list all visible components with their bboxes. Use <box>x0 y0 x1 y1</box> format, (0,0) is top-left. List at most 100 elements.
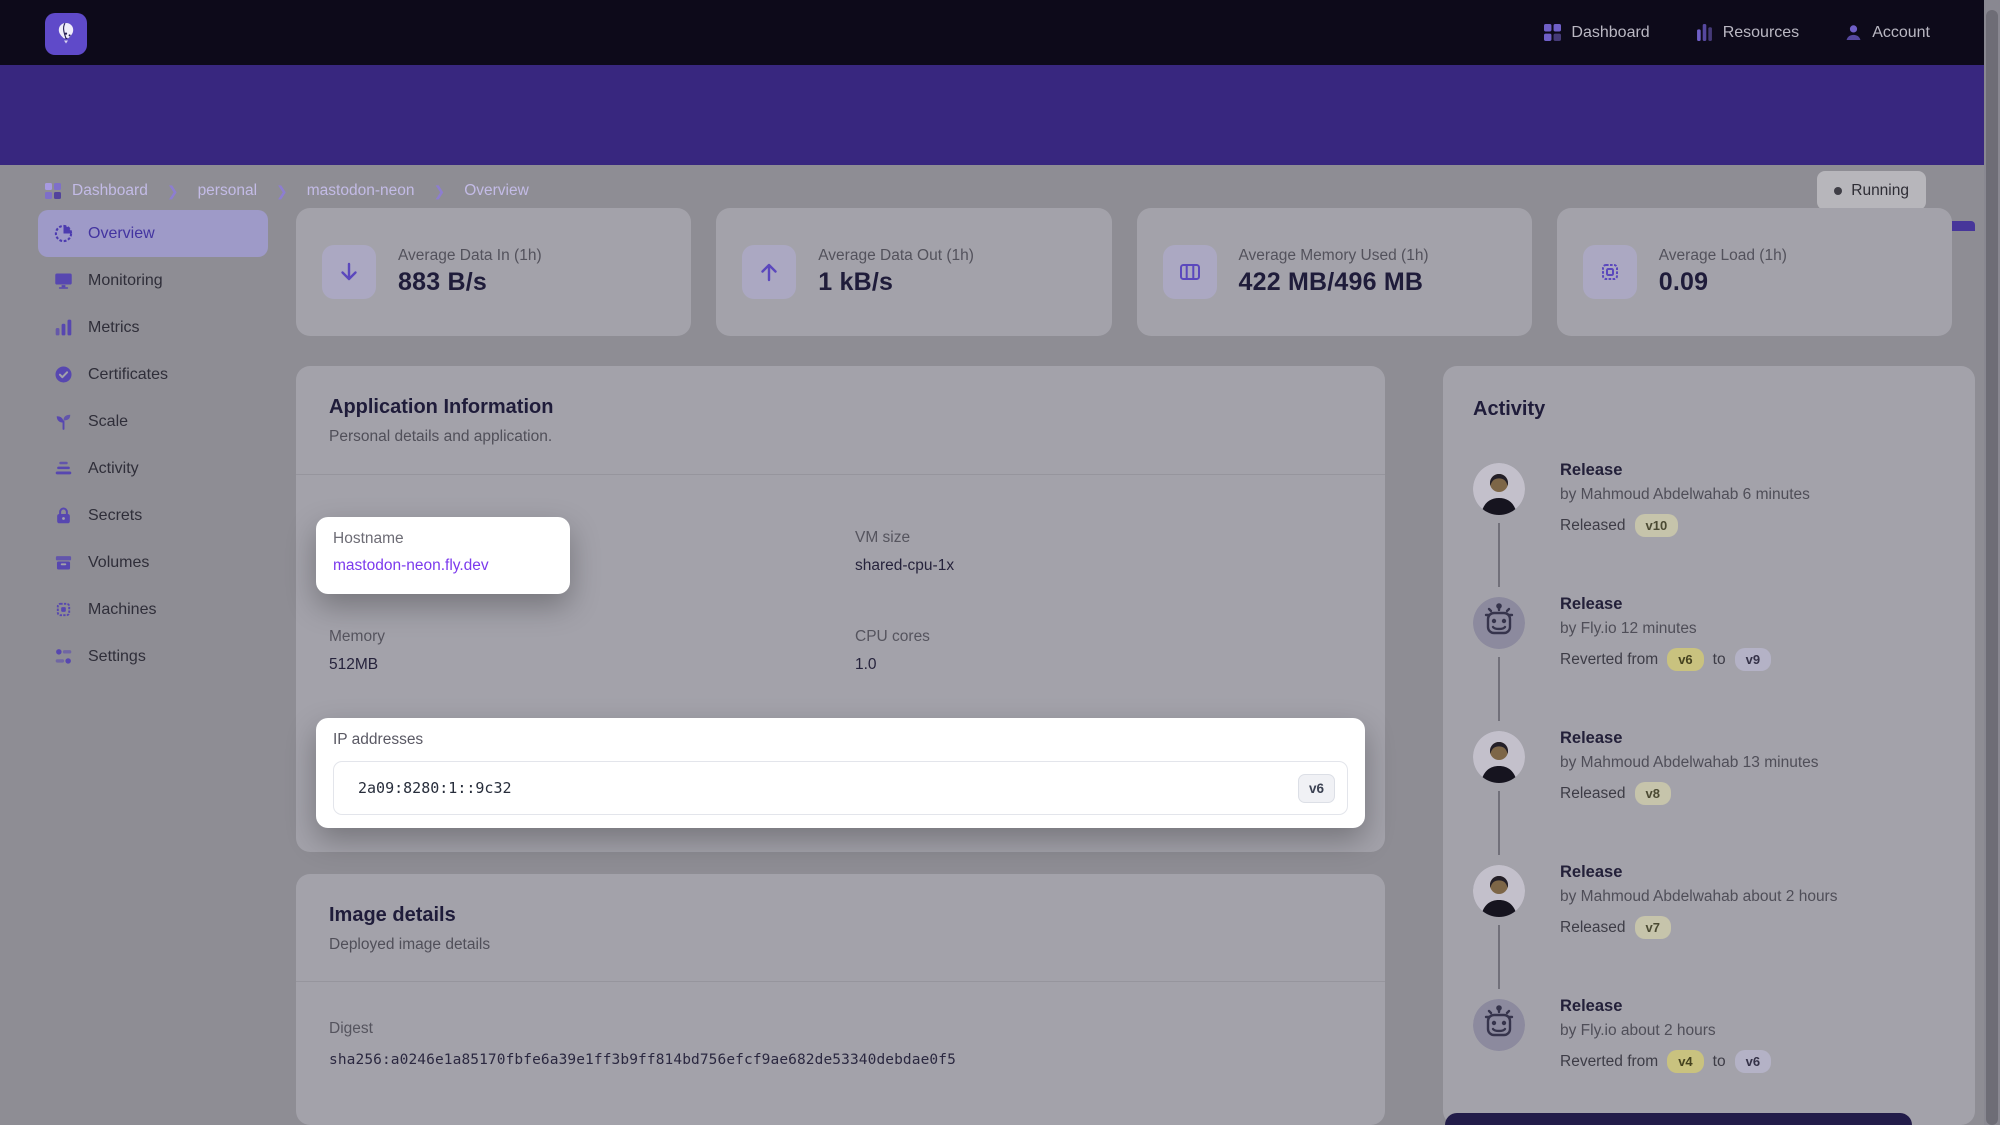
nav-resources[interactable]: Resources <box>1696 24 1799 42</box>
breadcrumb-dashboard-label: Dashboard <box>72 182 148 200</box>
activity-entry: Release by Fly.io about 2 hours Reverted… <box>1473 997 1945 1125</box>
breadcrumb-app[interactable]: mastodon-neon <box>307 182 415 200</box>
sidebar-item-machines[interactable]: Machines <box>38 586 268 633</box>
tour-popover-edge <box>1445 1113 1912 1125</box>
memory-label: Memory <box>329 628 385 646</box>
activity-entry-detail: Released v10 <box>1560 514 1945 537</box>
sidebar-item-certificates[interactable]: Certificates <box>38 351 268 398</box>
app-info-subtitle: Personal details and application. <box>329 428 1352 446</box>
activity-entry: Release by Fly.io 12 minutes Reverted fr… <box>1473 595 1945 729</box>
page-scrollbar-thumb[interactable] <box>1986 10 1998 1125</box>
sidebar-item-scale[interactable]: Scale <box>38 398 268 445</box>
ip-addresses-highlight-box: IP addresses 2a09:8280:1::9c32 v6 <box>316 718 1365 828</box>
arrow-down-icon <box>322 245 376 299</box>
version-badge: v6 <box>1667 648 1703 671</box>
nav-account[interactable]: Account <box>1845 24 1930 42</box>
cpu-cores-value: 1.0 <box>855 656 930 674</box>
ip-version-badge: v6 <box>1298 774 1335 803</box>
badge-check-icon <box>54 365 73 384</box>
status-badge: Running <box>1817 171 1926 210</box>
activity-entry-byline: by Fly.io 12 minutes <box>1560 620 1945 638</box>
stat-label: Average Data In (1h) <box>398 247 542 265</box>
activity-entry: Release by Mahmoud Abdelwahab 6 minutes … <box>1473 461 1945 595</box>
memory-value: 512MB <box>329 656 385 674</box>
nav-account-label: Account <box>1872 24 1930 42</box>
version-badge: v10 <box>1635 514 1679 537</box>
activity-entry-detail: Reverted from v4 to v6 <box>1560 1050 1945 1073</box>
balloon-icon <box>53 21 79 47</box>
nav-dashboard-label: Dashboard <box>1571 24 1649 42</box>
stat-value: 1 kB/s <box>818 268 974 297</box>
avatar-person <box>1473 463 1525 515</box>
stat-card-data-in: Average Data In (1h) 883 B/s <box>296 208 691 336</box>
activity-entry-byline: by Mahmoud Abdelwahab about 2 hours <box>1560 888 1945 906</box>
activity-entry: Release by Mahmoud Abdelwahab about 2 ho… <box>1473 863 1945 997</box>
hostname-label: Hostname <box>333 530 553 548</box>
cpu-chip-icon <box>54 600 73 619</box>
stat-label: Average Data Out (1h) <box>818 247 974 265</box>
activity-entry-detail: Released v8 <box>1560 782 1945 805</box>
person-icon <box>1845 24 1862 41</box>
sidebar-item-overview[interactable]: Overview <box>38 210 268 257</box>
breadcrumb-dashboard[interactable]: Dashboard <box>45 182 148 200</box>
avatar-robot <box>1473 999 1525 1051</box>
chevron-right-icon: ❯ <box>167 183 179 200</box>
avatar-person <box>1473 865 1525 917</box>
activity-entry-byline: by Fly.io about 2 hours <box>1560 1022 1945 1040</box>
hostname-link[interactable]: mastodon-neon.fly.dev <box>333 557 553 575</box>
digest-label: Digest <box>329 1020 1352 1038</box>
avatar-person <box>1473 731 1525 783</box>
activity-entry-detail: Reverted from v6 to v9 <box>1560 648 1945 671</box>
vm-size-value: shared-cpu-1x <box>855 557 954 575</box>
avatar-robot <box>1473 597 1525 649</box>
toggles-icon <box>54 647 73 666</box>
sidebar-item-label: Settings <box>88 648 146 666</box>
arrow-up-icon <box>742 245 796 299</box>
activity-entry-byline: by Mahmoud Abdelwahab 13 minutes <box>1560 754 1945 772</box>
activity-entry-byline: by Mahmoud Abdelwahab 6 minutes <box>1560 486 1945 504</box>
version-badge: v7 <box>1635 916 1671 939</box>
stat-label: Average Memory Used (1h) <box>1239 247 1429 265</box>
stat-value: 883 B/s <box>398 268 542 297</box>
archive-box-icon <box>54 553 73 572</box>
timeline-connector <box>1498 791 1500 855</box>
top-navigation: Dashboard Resources Account <box>1544 0 1930 65</box>
cpu-cores-label: CPU cores <box>855 628 930 646</box>
breadcrumb: Dashboard ❯ personal ❯ mastodon-neon ❯ O… <box>45 171 529 211</box>
activity-action-text: Reverted from <box>1560 1053 1658 1071</box>
image-details-subtitle: Deployed image details <box>329 936 1352 954</box>
hostname-highlight-box: Hostname mastodon-neon.fly.dev <box>316 517 570 594</box>
sidebar-item-activity[interactable]: Activity <box>38 445 268 492</box>
digest-field: Digest sha256:a0246e1a85170fbfe6a39e1ff3… <box>296 982 1385 1068</box>
stat-value: 0.09 <box>1659 268 1787 297</box>
activity-mid-text: to <box>1713 1053 1726 1071</box>
sidebar-item-metrics[interactable]: Metrics <box>38 304 268 351</box>
breadcrumb-org[interactable]: personal <box>198 182 257 200</box>
ip-addresses-label: IP addresses <box>333 731 1348 749</box>
activity-mid-text: to <box>1713 651 1726 669</box>
timeline-connector <box>1498 925 1500 989</box>
image-details-card: Image details Deployed image details Dig… <box>296 874 1385 1125</box>
app-info-title: Application Information <box>329 396 1352 419</box>
ip-address-value: 2a09:8280:1::9c32 <box>358 779 1298 797</box>
layers-icon <box>54 459 73 478</box>
sidebar-item-volumes[interactable]: Volumes <box>38 539 268 586</box>
activity-action-text: Released <box>1560 919 1626 937</box>
ip-address-row[interactable]: 2a09:8280:1::9c32 v6 <box>333 761 1348 815</box>
sidebar-item-settings[interactable]: Settings <box>38 633 268 680</box>
sidebar-item-label: Volumes <box>88 554 149 572</box>
sidebar-item-monitoring[interactable]: Monitoring <box>38 257 268 304</box>
sidebar-item-label: Scale <box>88 413 128 431</box>
version-badge: v4 <box>1667 1050 1703 1073</box>
stat-value: 422 MB/496 MB <box>1239 268 1429 297</box>
breadcrumb-page[interactable]: Overview <box>464 182 529 200</box>
stat-label: Average Load (1h) <box>1659 247 1787 265</box>
sidebar-item-secrets[interactable]: Secrets <box>38 492 268 539</box>
activity-entry-title: Release <box>1560 461 1945 480</box>
version-badge: v6 <box>1735 1050 1771 1073</box>
activity-entry-title: Release <box>1560 729 1945 748</box>
sidebar-item-label: Monitoring <box>88 272 163 290</box>
fly-logo[interactable] <box>45 13 87 55</box>
stat-card-load: Average Load (1h) 0.09 <box>1557 208 1952 336</box>
nav-dashboard[interactable]: Dashboard <box>1544 24 1649 42</box>
